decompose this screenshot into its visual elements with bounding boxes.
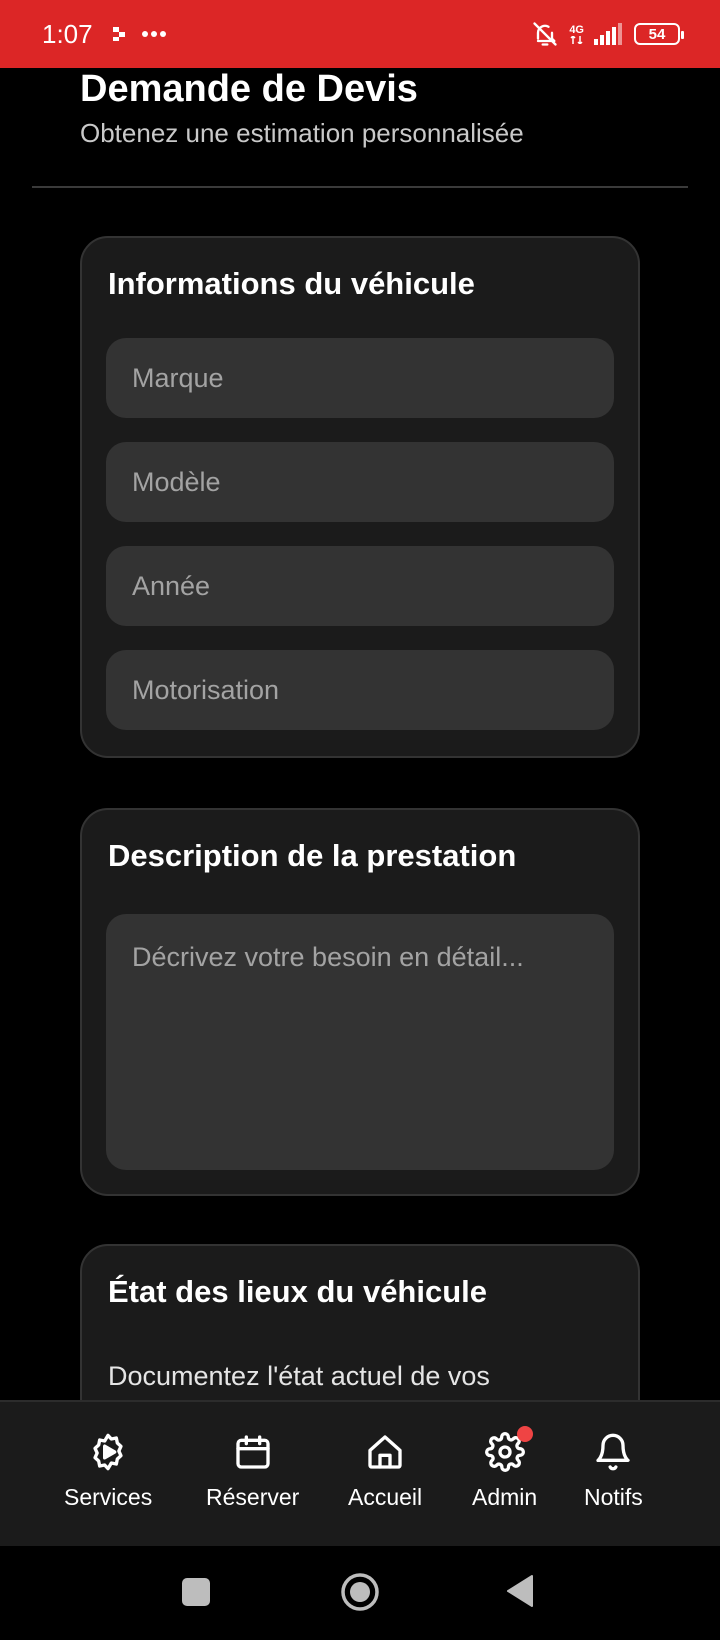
square-icon [182, 1578, 210, 1606]
description-textarea[interactable] [106, 914, 614, 1170]
bell-off-icon [533, 22, 557, 46]
home-icon [365, 1432, 405, 1472]
description-card: Description de la prestation [80, 808, 640, 1196]
bottom-nav: Services Réserver Accueil Admin Notifs [0, 1400, 720, 1546]
status-notification-icons [111, 25, 167, 43]
network-indicator: 4G [569, 23, 584, 44]
sim-icon [112, 27, 125, 41]
brand-input[interactable] [106, 338, 614, 418]
circle-icon [341, 1573, 379, 1611]
admin-notification-badge [516, 1426, 533, 1442]
status-bar: 1:07 4G 54 [0, 0, 720, 68]
system-nav-bar [0, 1546, 720, 1640]
signal-icon [594, 23, 622, 45]
nav-label-accueil: Accueil [348, 1484, 423, 1510]
inspection-card: État des lieux du véhicule Documentez l'… [80, 1244, 640, 1400]
nav-item-accueil[interactable]: Accueil [348, 1432, 422, 1511]
nav-label-notifs: Notifs [584, 1484, 643, 1510]
inspection-text: Documentez l'état actuel de vos [108, 1361, 490, 1391]
home-system-button[interactable] [340, 1572, 380, 1617]
nav-label-reserver: Réserver [206, 1484, 300, 1510]
engine-input[interactable] [106, 650, 614, 730]
model-input[interactable] [106, 442, 614, 522]
bell-icon [593, 1432, 633, 1472]
page-subtitle: Obtenez une estimation personnalisée [80, 118, 524, 148]
calendar-icon [233, 1432, 273, 1472]
nav-item-admin[interactable]: Admin [472, 1426, 538, 1511]
back-triangle-icon [507, 1575, 533, 1607]
status-right-icons: 4G 54 [531, 20, 684, 48]
network-type: 4G [569, 23, 584, 36]
nav-item-notifs[interactable]: Notifs [584, 1432, 643, 1511]
nav-item-services[interactable]: Services [64, 1432, 152, 1511]
description-title: Description de la prestation [108, 838, 517, 873]
page-title: Demande de Devis [80, 68, 418, 110]
data-arrows-icon [570, 35, 583, 44]
back-button[interactable] [506, 1574, 534, 1613]
battery-icon: 54 [634, 23, 684, 45]
nav-item-reserver[interactable]: Réserver [206, 1432, 299, 1511]
main-content[interactable]: Demande de Devis Obtenez une estimation … [0, 68, 720, 1400]
status-time: 1:07 [42, 18, 93, 49]
vehicle-info-card: Informations du véhicule [80, 236, 640, 758]
recents-button[interactable] [182, 1578, 210, 1611]
year-input[interactable] [106, 546, 614, 626]
inspection-title: État des lieux du véhicule [108, 1274, 488, 1309]
nav-label-services: Services [64, 1484, 153, 1510]
nav-label-admin: Admin [472, 1484, 538, 1510]
more-dots-icon [141, 31, 166, 37]
battery-level: 54 [648, 25, 666, 43]
vehicle-info-title: Informations du véhicule [108, 266, 475, 301]
gear-icon [484, 1426, 533, 1472]
header-divider [32, 186, 688, 188]
gear-play-icon [88, 1432, 128, 1472]
